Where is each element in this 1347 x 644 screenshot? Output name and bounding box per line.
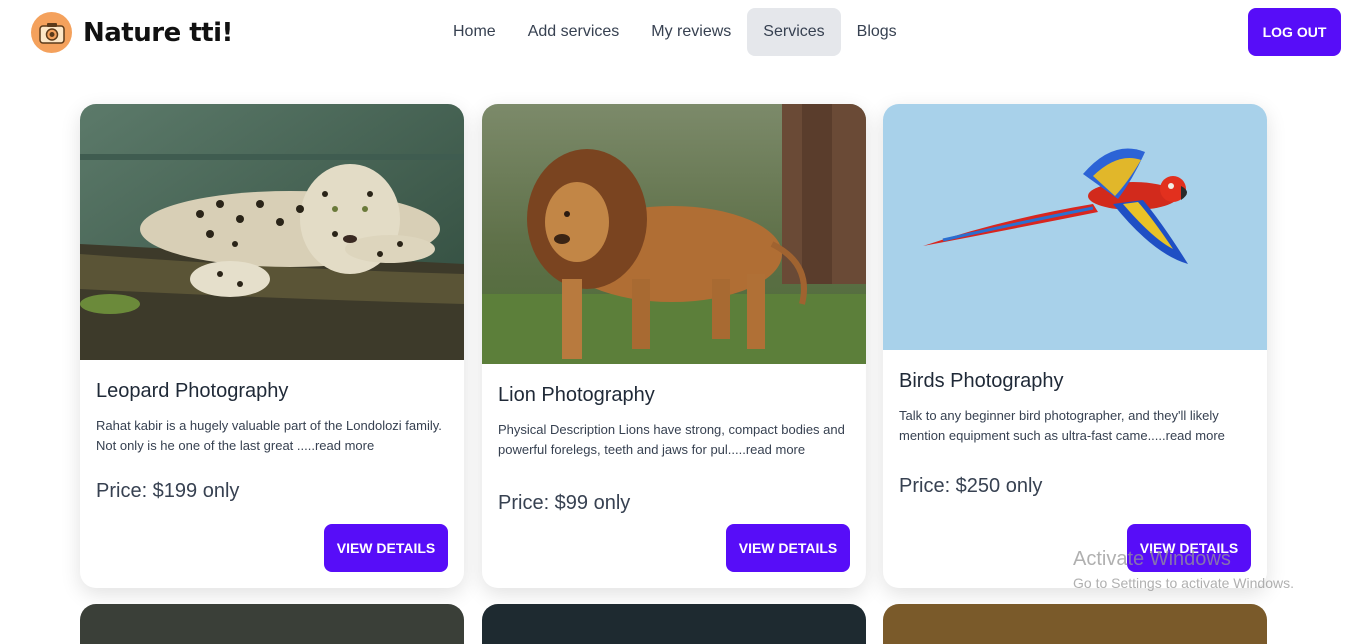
view-details-button[interactable]: VIEW DETAILS	[1127, 524, 1251, 572]
view-details-button[interactable]: VIEW DETAILS	[324, 524, 448, 572]
card-title: Birds Photography	[899, 370, 1064, 392]
nav-my-reviews[interactable]: My reviews	[635, 8, 747, 56]
nav-add-services[interactable]: Add services	[512, 8, 636, 56]
main-nav: Home Add services My reviews Services Bl…	[437, 8, 913, 56]
card-description: Physical Description Lions have strong, …	[498, 422, 845, 457]
leopard-image	[80, 104, 464, 360]
camera-icon	[31, 12, 72, 53]
service-card-partial	[883, 604, 1267, 644]
service-card-partial	[80, 604, 464, 644]
card-price: Price: $250 only	[899, 475, 1043, 497]
nav-home[interactable]: Home	[437, 8, 512, 56]
service-card-birds: Birds Photography Talk to any beginner b…	[883, 104, 1267, 588]
lion-image	[482, 104, 866, 364]
view-details-button[interactable]: VIEW DETAILS	[726, 524, 850, 572]
card-title: Leopard Photography	[96, 380, 289, 402]
card-price: Price: $99 only	[498, 492, 631, 514]
brand-name: Nature tti!	[83, 17, 233, 48]
card-description: Talk to any beginner bird photographer, …	[899, 408, 1225, 443]
card-price: Price: $199 only	[96, 480, 240, 502]
service-card-leopard: Leopard Photography Rahat kabir is a hug…	[80, 104, 464, 588]
macaw-image	[883, 104, 1267, 350]
brand[interactable]: Nature tti!	[31, 12, 233, 53]
service-card-lion: Lion Photography Physical Description Li…	[482, 104, 866, 588]
navbar: Nature tti! Home Add services My reviews…	[0, 0, 1347, 64]
card-title: Lion Photography	[498, 384, 655, 406]
nav-services[interactable]: Services	[747, 8, 841, 56]
nav-blogs[interactable]: Blogs	[841, 8, 913, 56]
logout-button[interactable]: LOG OUT	[1248, 8, 1341, 56]
service-card-partial	[482, 604, 866, 644]
card-description: Rahat kabir is a hugely valuable part of…	[96, 418, 442, 453]
